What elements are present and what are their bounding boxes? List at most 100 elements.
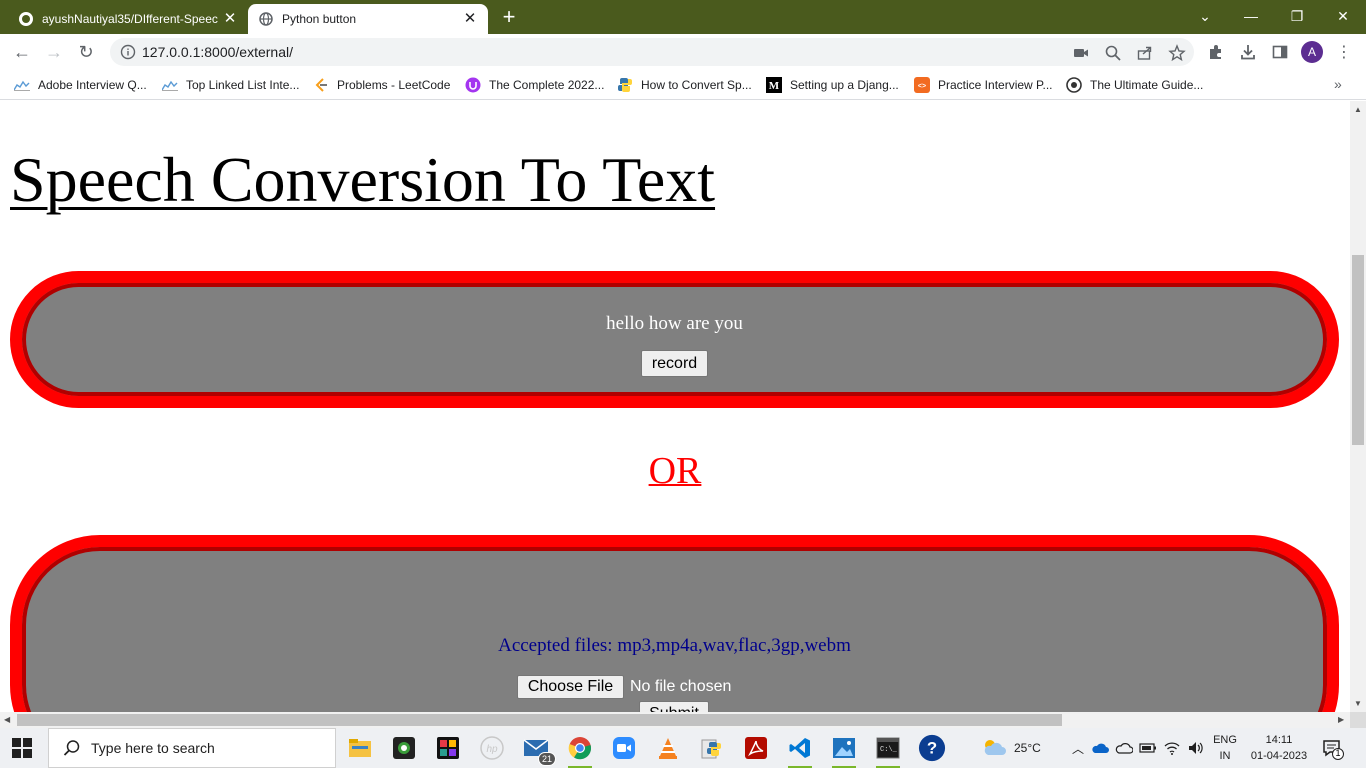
- close-icon[interactable]: ✕: [462, 11, 478, 27]
- more-bookmarks-icon[interactable]: »: [1334, 76, 1342, 92]
- file-explorer-icon[interactable]: [346, 734, 374, 762]
- bookmark-label: Problems - LeetCode: [337, 78, 451, 92]
- bookmark-star-icon[interactable]: [1168, 44, 1186, 62]
- new-tab-button[interactable]: +: [498, 5, 520, 29]
- bookmark-item[interactable]: Problems - LeetCode: [313, 76, 450, 94]
- lang-region: IN: [1219, 750, 1231, 762]
- battery-icon[interactable]: [1136, 742, 1160, 754]
- webcam-app-icon[interactable]: [390, 734, 418, 762]
- bookmark-item[interactable]: How to Convert Sp...: [617, 76, 752, 94]
- minimize-icon[interactable]: —: [1228, 0, 1274, 32]
- python-icon: [617, 77, 633, 93]
- camera-icon[interactable]: [1072, 44, 1090, 62]
- help-icon[interactable]: ?: [918, 734, 946, 762]
- weather-widget[interactable]: 25°C: [980, 728, 1041, 768]
- site-info-icon[interactable]: [120, 44, 136, 60]
- vscode-icon[interactable]: [786, 734, 814, 768]
- globe-icon: [258, 11, 274, 27]
- onedrive-icon[interactable]: [1088, 742, 1112, 754]
- mail-icon[interactable]: 21: [522, 734, 556, 766]
- scroll-up-icon[interactable]: ▲: [1354, 105, 1362, 114]
- page-title: Speech Conversion To Text: [10, 144, 716, 215]
- close-icon[interactable]: ✕: [222, 11, 238, 27]
- vlc-icon[interactable]: [654, 734, 682, 762]
- bookmark-item[interactable]: M Setting up a Djang...: [766, 76, 899, 94]
- notification-count: 1: [1335, 748, 1341, 758]
- file-input[interactable]: Choose File No file chosen: [517, 675, 731, 699]
- python-app-icon[interactable]: [698, 734, 726, 762]
- scroll-right-icon[interactable]: ▶: [1338, 715, 1344, 724]
- submit-button[interactable]: Submit: [639, 701, 709, 712]
- svg-text:?: ?: [927, 739, 937, 758]
- chevron-up-icon[interactable]: ︿: [1068, 740, 1088, 757]
- terminal-icon[interactable]: C:\_: [874, 734, 902, 768]
- forward-icon[interactable]: →: [42, 40, 66, 64]
- bookmark-label: Practice Interview P...: [938, 78, 1053, 92]
- bookmark-item[interactable]: <> Practice Interview P...: [914, 76, 1053, 94]
- mail-badge: 21: [537, 752, 556, 766]
- guide-icon: [1066, 77, 1082, 93]
- notification-icon[interactable]: 1: [1322, 738, 1344, 760]
- clock-time: 14:11: [1265, 734, 1293, 746]
- language-indicator[interactable]: ENG IN: [1210, 732, 1240, 764]
- tab-github[interactable]: ayushNautiyal35/DIfferent-Speec ✕: [8, 4, 248, 34]
- windows-start-icon[interactable]: [12, 738, 32, 758]
- zoom-app-icon[interactable]: [610, 734, 638, 762]
- bookmark-item[interactable]: Top Linked List Inte...: [162, 76, 299, 94]
- volume-icon[interactable]: [1184, 741, 1208, 755]
- menu-icon[interactable]: ⋮: [1333, 41, 1355, 63]
- share-icon[interactable]: [1136, 44, 1154, 62]
- udemy-icon: [465, 77, 481, 93]
- bookmark-item[interactable]: Adobe Interview Q...: [14, 76, 147, 94]
- bookmark-label: The Complete 2022...: [489, 78, 605, 92]
- restore-icon[interactable]: ❐: [1274, 0, 1320, 32]
- bookmark-item[interactable]: The Complete 2022...: [465, 76, 604, 94]
- acrobat-icon[interactable]: [742, 734, 770, 762]
- choose-file-button[interactable]: Choose File: [517, 675, 624, 699]
- chart-icon: [14, 77, 30, 93]
- url-text[interactable]: 127.0.0.1:8000/external/: [142, 44, 293, 60]
- bookmark-item[interactable]: The Ultimate Guide...: [1066, 76, 1203, 94]
- back-icon[interactable]: ←: [10, 40, 34, 64]
- scrollbar-thumb[interactable]: [1352, 255, 1364, 445]
- tab-label: ayushNautiyal35/DIfferent-Speec: [42, 12, 218, 26]
- tab-strip: ayushNautiyal35/DIfferent-Speec ✕ Python…: [0, 0, 1366, 34]
- clock[interactable]: 14:11 01-04-2023: [1244, 732, 1314, 764]
- clock-date: 01-04-2023: [1250, 750, 1308, 762]
- wifi-icon[interactable]: [1160, 741, 1184, 755]
- horizontal-scrollbar[interactable]: ◀ ▶: [0, 712, 1350, 728]
- weather-temp: 25°C: [1014, 741, 1041, 755]
- taskbar-search[interactable]: Type here to search: [48, 728, 336, 768]
- image-viewer-icon[interactable]: [830, 734, 858, 768]
- download-icon[interactable]: [1237, 41, 1259, 63]
- address-bar[interactable]: 127.0.0.1:8000/external/: [110, 38, 1194, 66]
- svg-text:C:\_: C:\_: [880, 746, 898, 754]
- scroll-down-icon[interactable]: ▼: [1354, 699, 1362, 708]
- close-window-icon[interactable]: ✕: [1320, 0, 1366, 32]
- bookmarks-bar: Adobe Interview Q... Top Linked List Int…: [0, 70, 1366, 100]
- tab-python-button[interactable]: Python button ✕: [248, 4, 488, 34]
- bookmark-label: How to Convert Sp...: [641, 78, 752, 92]
- gfg-icon: <>: [914, 77, 930, 93]
- bookmark-label: Setting up a Djang...: [790, 78, 899, 92]
- vertical-scrollbar[interactable]: ▲ ▼: [1350, 101, 1366, 712]
- cloud-icon[interactable]: [1112, 742, 1136, 754]
- extensions-icon[interactable]: [1205, 41, 1227, 63]
- svg-text:<>: <>: [918, 83, 926, 90]
- reload-icon[interactable]: ↻: [74, 40, 98, 64]
- bookmark-label: Adobe Interview Q...: [38, 78, 147, 92]
- hp-icon[interactable]: hp: [478, 734, 506, 762]
- record-button[interactable]: record: [641, 350, 708, 377]
- tab-label: Python button: [282, 12, 357, 26]
- zoom-icon[interactable]: [1104, 44, 1122, 62]
- bookmark-label: Top Linked List Inte...: [186, 78, 300, 92]
- scrollbar-thumb[interactable]: [17, 714, 1062, 726]
- search-icon: [63, 739, 81, 757]
- scroll-left-icon[interactable]: ◀: [4, 715, 10, 724]
- chrome-icon[interactable]: [566, 734, 594, 768]
- photos-app-icon[interactable]: [434, 734, 462, 762]
- medium-icon: M: [766, 77, 782, 93]
- side-panel-icon[interactable]: [1269, 41, 1291, 63]
- tab-search-icon[interactable]: ⌄: [1182, 0, 1228, 32]
- avatar[interactable]: A: [1301, 41, 1323, 63]
